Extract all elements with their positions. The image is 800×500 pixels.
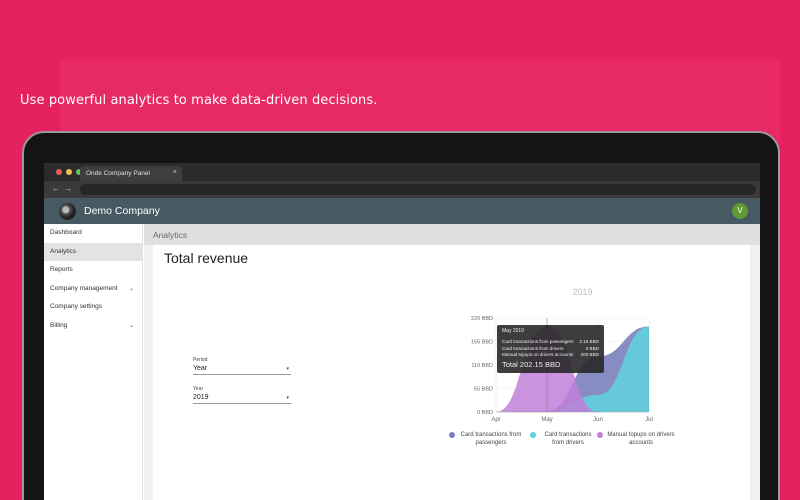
sidebar: Dashboard Analytics Reports Company mana…: [44, 224, 143, 500]
legend-swatch: [530, 432, 536, 438]
sidebar-item-label: Analytics: [50, 247, 77, 255]
forward-arrow-icon[interactable]: →: [64, 184, 72, 193]
tooltip-row-label: Card transactions from passengers: [502, 339, 574, 344]
tooltip-date: May 2019: [502, 328, 524, 334]
sidebar-item-label: Billing: [50, 321, 68, 329]
legend-item-passengers[interactable]: Card transactions from passengers: [449, 432, 523, 447]
sidebar-item-dashboard[interactable]: Dashboard: [44, 224, 142, 243]
legend-item-drivers[interactable]: Card transactions from drivers: [530, 432, 596, 447]
sidebar-item-company-management[interactable]: Company management ⌄: [44, 280, 142, 299]
legend-label: Card transactions from passengers: [460, 432, 522, 446]
laptop-screen: Onde Company Panel × ← → Demo Company V …: [44, 163, 760, 500]
main-content: Analytics Total revenue Period Year ▾ Ye…: [144, 224, 760, 500]
chart-tooltip: May 2019 Card transactions from passenge…: [497, 325, 604, 373]
chevron-down-icon: ⌄: [128, 322, 134, 329]
legend-label: Manual topups on drivers accounts: [607, 432, 675, 446]
x-tick-label: Apr: [491, 417, 500, 423]
company-name: Demo Company: [84, 205, 160, 217]
legend-swatch: [449, 432, 455, 438]
laptop-frame: Onde Company Panel × ← → Demo Company V …: [22, 131, 780, 500]
tooltip-row-label: Manual topups on drivers accounts: [502, 352, 574, 357]
y-tick-label: 0 BBD: [477, 410, 493, 416]
x-tick-label: Jun: [593, 417, 603, 423]
back-arrow-icon[interactable]: ←: [52, 184, 60, 193]
window-close-dot[interactable]: [56, 169, 62, 175]
sidebar-item-label: Company settings: [50, 303, 103, 310]
x-tick-label: Jul: [645, 417, 653, 423]
sidebar-item-label: Dashboard: [50, 229, 82, 236]
legend-label: Card transactions from drivers: [544, 432, 592, 446]
revenue-chart: 2019 0 BBD 55 BBD 110 BBD 165 BBD 220 BBD Apr M…: [471, 287, 653, 423]
tooltip-row: Manual topups on drivers accounts 200 BB…: [502, 352, 599, 359]
address-bar[interactable]: [80, 184, 756, 195]
app-header: Demo Company V: [44, 198, 760, 224]
chevron-down-icon: ⌄: [128, 285, 134, 292]
sidebar-item-label: Company management: [50, 284, 118, 292]
breadcrumb: Analytics: [144, 224, 760, 245]
x-tick-label: May: [541, 417, 552, 423]
tooltip-total: Total 202.15 BBD: [502, 359, 561, 369]
browser-toolbar: ← →: [44, 181, 760, 198]
legend-item-topups[interactable]: Manual topups on drivers accounts: [597, 432, 675, 447]
y-tick-label: 55 BBD: [474, 387, 493, 393]
tooltip-row-value: 200 BBD: [580, 352, 599, 357]
tooltip-row-value: 0 BBD: [585, 345, 599, 351]
browser-tab-strip: Onde Company Panel ×: [44, 163, 760, 181]
user-avatar[interactable]: V: [732, 203, 748, 219]
window-minimize-dot[interactable]: [66, 169, 72, 175]
sidebar-item-billing[interactable]: Billing ⌄: [44, 317, 142, 336]
company-logo-icon: [59, 203, 76, 220]
y-tick-label: 220 BBD: [471, 316, 493, 322]
chart-title: 2019: [572, 287, 592, 297]
revenue-card: Total revenue Period Year ▾ Year 2019 ▾ …: [153, 245, 750, 500]
legend-swatch: [597, 432, 603, 438]
tooltip-row-label: Card transactions from drivers: [502, 345, 564, 351]
y-tick-label: 165 BBD: [471, 340, 493, 346]
y-tick-label: 110 BBD: [471, 363, 493, 369]
tagline: Use powerful analytics to make data-driv…: [20, 93, 378, 108]
sidebar-item-reports[interactable]: Reports: [44, 261, 142, 280]
sidebar-item-company-settings[interactable]: Company settings: [44, 298, 142, 317]
tooltip-row-value: 2.15 BBD: [579, 339, 599, 344]
sidebar-item-label: Reports: [50, 266, 73, 273]
sidebar-item-analytics[interactable]: Analytics: [44, 242, 142, 261]
browser-tab-title: Onde Company Panel: [86, 170, 150, 177]
tab-close-icon[interactable]: ×: [173, 169, 177, 176]
browser-tab[interactable]: Onde Company Panel ×: [80, 166, 182, 181]
